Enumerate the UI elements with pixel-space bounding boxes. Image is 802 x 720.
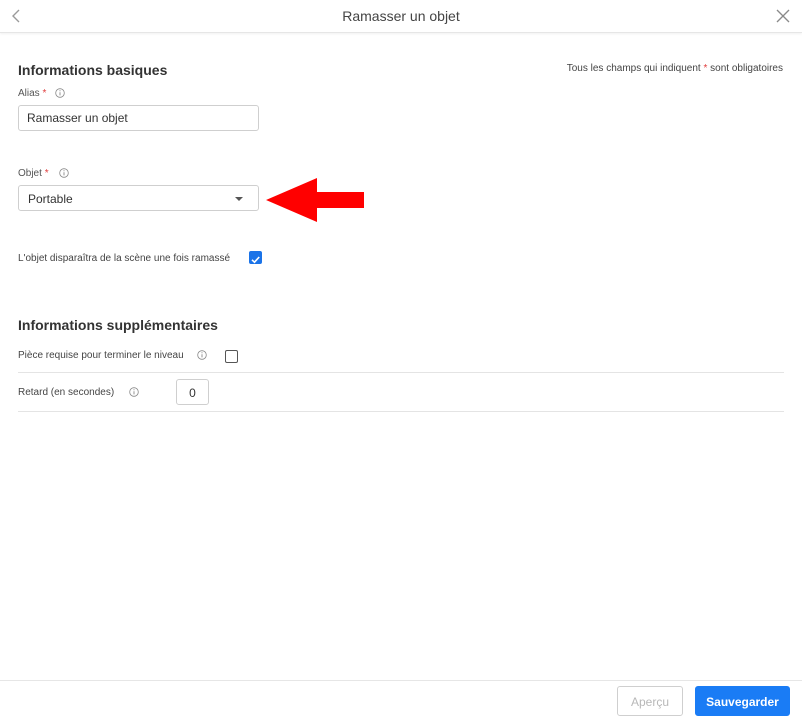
checkmark-icon: [251, 256, 260, 264]
basic-info-title: Informations basiques: [18, 62, 168, 78]
required-note-prefix: Tous les champs qui indiquent: [566, 63, 704, 74]
divider: [18, 411, 784, 412]
required-note-suffix: sont obligatoires: [707, 63, 783, 74]
info-icon[interactable]: [129, 387, 139, 398]
required-piece-checkbox[interactable]: [225, 350, 238, 363]
info-icon[interactable]: [55, 88, 65, 99]
delay-input[interactable]: 0: [176, 379, 209, 405]
dialog-title: Ramasser un objet: [342, 8, 460, 24]
info-icon[interactable]: [197, 350, 208, 361]
object-label-text: Objet: [18, 168, 42, 179]
alias-label: Alias *: [18, 88, 65, 99]
disappear-checkbox[interactable]: [249, 251, 262, 264]
object-label: Objet *: [18, 168, 70, 179]
disappear-label: L'objet disparaîtra de la scène une fois…: [18, 253, 231, 264]
alias-label-text: Alias: [18, 88, 40, 99]
alias-input[interactable]: [18, 105, 259, 131]
preview-button[interactable]: Aperçu: [617, 686, 683, 716]
divider: [18, 372, 784, 373]
alias-required-star: *: [42, 88, 47, 99]
red-arrow-icon: [266, 178, 364, 222]
object-select-value: Portable: [28, 192, 73, 206]
object-required-star: *: [44, 168, 49, 179]
required-piece-label: Pièce requise pour terminer le niveau: [18, 350, 208, 361]
chevron-down-icon: [235, 197, 243, 201]
object-select[interactable]: Portable: [18, 185, 259, 211]
delay-label-text: Retard (en secondes): [18, 387, 115, 398]
dialog-header: Ramasser un objet: [0, 0, 802, 33]
close-icon[interactable]: [774, 7, 792, 25]
extra-info-title: Informations supplémentaires: [18, 317, 218, 333]
delay-label: Retard (en secondes): [18, 387, 139, 398]
required-piece-label-text: Pièce requise pour terminer le niveau: [18, 350, 184, 361]
required-fields-note: Tous les champs qui indiquent * sont obl…: [567, 63, 783, 74]
save-button[interactable]: Sauvegarder: [695, 686, 790, 716]
info-icon[interactable]: [59, 168, 70, 179]
